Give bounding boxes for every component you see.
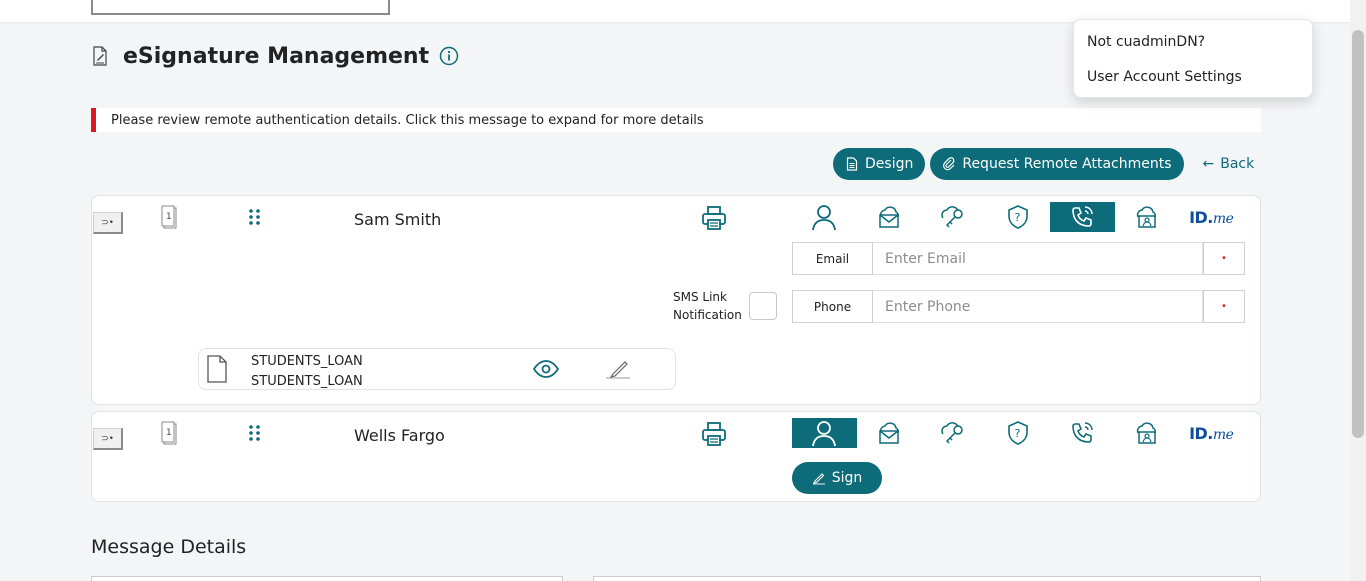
email-field[interactable] xyxy=(873,242,1203,275)
info-icon[interactable] xyxy=(439,46,459,66)
email-required-mark: • xyxy=(1203,242,1245,275)
sign-button-label: Sign xyxy=(831,470,863,486)
shield-question-icon: ? xyxy=(1007,205,1028,229)
auth-kba[interactable]: ? xyxy=(986,202,1051,232)
signer-card-sam-smith: ⊃• 1 Sam Smith ? ID.me Email Enter Email… xyxy=(91,195,1261,405)
cloud-mail-icon xyxy=(879,422,899,444)
eye-icon[interactable] xyxy=(533,359,559,379)
menu-item-account-settings[interactable]: User Account Settings xyxy=(1087,69,1242,85)
auth-kba[interactable]: ? xyxy=(986,418,1051,448)
signer-card-wells-fargo: ⊃• 1 Wells Fargo ? ID.me Sign xyxy=(91,411,1261,502)
sms-label-line2: Notification xyxy=(673,308,742,322)
phone-required-mark: • xyxy=(1203,290,1245,323)
page-count-icon: 1 xyxy=(161,205,177,229)
document-item: STUDENTS_LOAN STUDENTS_LOAN xyxy=(198,348,676,390)
person-icon xyxy=(812,205,837,231)
idme-logo-italic: me xyxy=(1212,426,1234,443)
cloud-id-card-icon xyxy=(1136,422,1156,444)
arrow-left-icon: ← xyxy=(1202,156,1215,172)
action-toolbar: Design Request Remote Attachments ← Back xyxy=(833,148,1254,180)
menu-item-not-user[interactable]: Not cuadminDN? xyxy=(1087,34,1205,50)
design-doc-icon xyxy=(846,157,858,171)
page-count-number: 1 xyxy=(166,212,172,222)
auth-access-code[interactable] xyxy=(921,418,986,448)
svg-text:?: ? xyxy=(1014,211,1020,224)
auth-in-person[interactable] xyxy=(792,418,857,448)
auth-idme[interactable]: ID.me xyxy=(1179,202,1244,232)
cloud-mail-icon xyxy=(879,206,899,228)
shield-question-icon: ? xyxy=(1007,421,1028,445)
request-remote-attachments-button[interactable]: Request Remote Attachments xyxy=(930,148,1184,180)
page-header: eSignature Management xyxy=(91,40,459,72)
auth-email[interactable] xyxy=(857,418,922,448)
sms-label-line1: SMS Link xyxy=(673,290,727,304)
sign-button[interactable]: Sign xyxy=(792,462,882,494)
back-link-label: Back xyxy=(1220,156,1255,172)
expand-signer-button[interactable]: ⊃• xyxy=(93,212,123,234)
signer-name: Wells Fargo xyxy=(354,426,445,445)
svg-text:?: ? xyxy=(1014,427,1020,440)
cloud-key-icon xyxy=(941,422,963,444)
phone-field[interactable] xyxy=(873,290,1203,323)
printer-icon[interactable] xyxy=(700,420,728,448)
message-details-title: Message Details xyxy=(91,536,247,558)
message-field-left[interactable] xyxy=(91,576,563,581)
drag-handle-icon[interactable] xyxy=(248,424,262,442)
sms-link-notification-label: SMS Link Notification xyxy=(673,288,742,324)
signature-pen-icon xyxy=(812,473,825,485)
message-field-right[interactable] xyxy=(593,576,1261,581)
cloud-key-icon xyxy=(941,206,963,228)
signature-pen-icon[interactable] xyxy=(604,357,632,381)
top-search-box[interactable] xyxy=(91,0,390,15)
back-link[interactable]: ← Back xyxy=(1203,156,1255,172)
document-name-line2: STUDENTS_LOAN xyxy=(251,374,363,389)
phone-label: Phone xyxy=(792,290,873,323)
page-count-icon: 1 xyxy=(161,421,177,445)
document-signature-icon xyxy=(93,46,107,66)
design-button[interactable]: Design xyxy=(833,148,926,180)
phone-row: Phone • xyxy=(792,290,1245,323)
vertical-scrollbar[interactable] xyxy=(1350,0,1366,581)
auth-phone[interactable] xyxy=(1050,418,1115,448)
auth-id-card[interactable] xyxy=(1115,418,1180,448)
scrollbar-thumb[interactable] xyxy=(1352,30,1364,438)
idme-logo-bold: ID. xyxy=(1189,423,1213,443)
expand-signer-button[interactable]: ⊃• xyxy=(93,428,123,450)
auth-idme[interactable]: ID.me xyxy=(1179,418,1244,448)
idme-logo-bold: ID. xyxy=(1189,207,1213,227)
idme-logo-italic: me xyxy=(1212,210,1234,227)
page-count-number: 1 xyxy=(166,428,172,438)
auth-method-icons: ? ID.me xyxy=(792,418,1244,448)
auth-in-person[interactable] xyxy=(792,202,857,232)
idme-logo: ID.me xyxy=(1189,423,1234,443)
auth-id-card[interactable] xyxy=(1115,202,1180,232)
page-title: eSignature Management xyxy=(123,43,430,69)
auth-email[interactable] xyxy=(857,202,922,232)
auth-method-icons: ? ID.me xyxy=(792,202,1244,232)
person-icon xyxy=(812,421,837,447)
request-remote-attachments-label: Request Remote Attachments xyxy=(962,156,1172,172)
document-name-line1: STUDENTS_LOAN xyxy=(251,354,363,369)
auth-phone[interactable] xyxy=(1050,202,1115,232)
design-button-label: Design xyxy=(865,156,914,172)
phone-icon xyxy=(1072,422,1093,443)
user-dropdown-menu: Not cuadminDN? User Account Settings xyxy=(1073,19,1313,98)
paperclip-icon xyxy=(943,157,955,171)
sms-link-notification-checkbox[interactable] xyxy=(749,292,777,320)
cloud-id-card-icon xyxy=(1136,206,1156,228)
email-label: Email xyxy=(792,242,873,275)
phone-icon xyxy=(1072,206,1093,227)
document-names: STUDENTS_LOAN STUDENTS_LOAN xyxy=(251,352,363,392)
drag-handle-icon[interactable] xyxy=(248,208,262,226)
idme-logo: ID.me xyxy=(1189,207,1234,227)
email-row: Email • xyxy=(792,242,1245,275)
signer-name: Sam Smith xyxy=(354,210,442,229)
printer-icon[interactable] xyxy=(700,204,728,232)
auth-access-code[interactable] xyxy=(921,202,986,232)
remote-auth-alert[interactable]: Please review remote authentication deta… xyxy=(91,108,1261,132)
file-icon xyxy=(207,355,227,383)
